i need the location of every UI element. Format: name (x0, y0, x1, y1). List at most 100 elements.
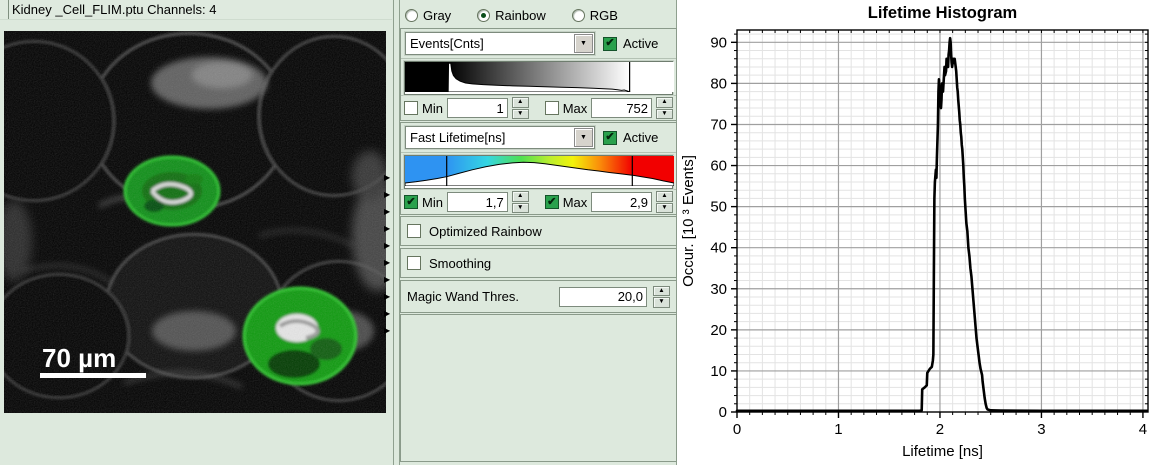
triangle-up-icon: ▲ (658, 288, 664, 294)
check-icon: ✔ (547, 197, 556, 208)
magic-wand-row: Magic Wand Thres. ▲ ▼ (400, 280, 677, 313)
intensity-max-checkbox[interactable]: ✔ (545, 101, 559, 115)
lifetime-active-label: Active (623, 130, 658, 145)
spin-up-button[interactable]: ▲ (656, 97, 673, 108)
dropdown-button[interactable]: ▼ (574, 128, 593, 147)
image-title: Kidney _Cell_FLIM.ptu Channels: 4 (12, 2, 217, 17)
radio-rainbow-circle[interactable] (477, 9, 490, 22)
radio-rgb-circle[interactable] (572, 9, 585, 22)
expand-arrow-icon[interactable]: ▶ (384, 208, 395, 216)
intensity-max-label: Max (563, 101, 588, 116)
triangle-down-icon: ▼ (661, 111, 667, 117)
lifetime-group: Fast Lifetime[ns] ▼ ✔ Active ✔ Min ▲ (400, 122, 677, 215)
expand-arrow-icon[interactable]: ▶ (384, 293, 395, 301)
radio-rainbow-label: Rainbow (495, 8, 546, 23)
expand-arrow-icon[interactable]: ▶ (384, 242, 395, 250)
lifetime-gradient-bar[interactable] (404, 155, 673, 189)
radio-gray[interactable]: Gray (405, 8, 451, 23)
y-tick-label: 30 (710, 281, 727, 298)
check-icon: ✔ (605, 132, 614, 143)
triangle-up-icon: ▲ (661, 193, 667, 199)
triangle-down-icon: ▼ (517, 205, 523, 211)
expand-arrow-icon[interactable]: ▶ (384, 276, 395, 284)
spin-down-button[interactable]: ▼ (653, 297, 670, 308)
smoothing-label: Smoothing (429, 256, 491, 271)
lifetime-min-checkbox[interactable]: ✔ (404, 195, 418, 209)
spin-up-button[interactable]: ▲ (656, 191, 673, 202)
y-tick-label: 20 (710, 322, 727, 339)
y-tick-label: 10 (710, 363, 727, 380)
spin-down-button[interactable]: ▼ (512, 203, 529, 214)
y-tick-label: 0 (719, 404, 727, 421)
optimized-rainbow-checkbox[interactable]: ✔ (407, 224, 421, 238)
triangle-down-icon: ▼ (517, 111, 523, 117)
radio-rainbow[interactable]: Rainbow (477, 8, 546, 23)
expand-arrow-icon[interactable]: ▶ (384, 225, 395, 233)
intensity-min-spinner[interactable]: ▲ ▼ (512, 97, 529, 119)
intensity-active-checkbox[interactable]: ✔ (603, 37, 617, 51)
empty-panel-area (400, 314, 677, 462)
intensity-channel-value: Events[Cnts] (406, 36, 573, 51)
lifetime-max-input[interactable] (591, 192, 652, 212)
magic-wand-spinner[interactable]: ▲ ▼ (653, 286, 670, 308)
smoothing-row: ✔ Smoothing (400, 248, 677, 278)
expand-arrow-icon[interactable]: ▶ (384, 327, 395, 335)
intensity-group: Events[Cnts] ▼ ✔ Active ✔ Min ▲ (400, 28, 677, 121)
triangle-down-icon: ▼ (661, 205, 667, 211)
intensity-channel-dropdown[interactable]: Events[Cnts] ▼ (405, 32, 595, 55)
lifetime-channel-dropdown[interactable]: Fast Lifetime[ns] ▼ (405, 126, 595, 149)
intensity-max-spinner[interactable]: ▲ ▼ (656, 97, 673, 119)
spin-down-button[interactable]: ▼ (512, 109, 529, 120)
x-tick-label: 3 (1037, 421, 1045, 438)
lifetime-max-spinner[interactable]: ▲ ▼ (656, 191, 673, 213)
scale-bar-line (40, 373, 146, 378)
expand-arrow-icon[interactable]: ▶ (384, 174, 395, 182)
intensity-max-input[interactable] (591, 98, 652, 118)
expand-arrow-icon[interactable]: ▶ (384, 259, 395, 267)
radio-rgb[interactable]: RGB (572, 8, 618, 23)
control-panel: Gray Rainbow RGB Events[Cnts] ▼ ✔ Active (400, 0, 677, 465)
x-tick-label: 2 (936, 421, 944, 438)
smoothing-checkbox[interactable]: ✔ (407, 256, 421, 270)
spin-down-button[interactable]: ▼ (656, 109, 673, 120)
lifetime-max-checkbox[interactable]: ✔ (545, 195, 559, 209)
chart-panel: Lifetime Histogram0123401020304050607080… (677, 0, 1153, 465)
check-icon: ✔ (406, 197, 415, 208)
triangle-up-icon: ▲ (517, 193, 523, 199)
y-tick-label: 50 (710, 199, 727, 216)
radio-rgb-label: RGB (590, 8, 618, 23)
triangle-up-icon: ▲ (517, 99, 523, 105)
magic-wand-input[interactable] (559, 287, 647, 307)
optimized-rainbow-label: Optimized Rainbow (429, 224, 542, 239)
radio-gray-circle[interactable] (405, 9, 418, 22)
lifetime-min-label: Min (422, 195, 443, 210)
y-tick-label: 70 (710, 116, 727, 133)
lifetime-min-spinner[interactable]: ▲ ▼ (512, 191, 529, 213)
expander-arrow-strip[interactable]: ▶ ▶ ▶ ▶ ▶ ▶ ▶ ▶ ▶ ▶ (384, 174, 395, 335)
intensity-min-checkbox[interactable]: ✔ (404, 101, 418, 115)
intensity-gradient-bar[interactable] (404, 61, 673, 95)
expand-arrow-icon[interactable]: ▶ (384, 310, 395, 318)
dropdown-button[interactable]: ▼ (574, 34, 593, 53)
triangle-up-icon: ▲ (661, 99, 667, 105)
lifetime-max-label: Max (563, 195, 588, 210)
y-tick-label: 40 (710, 240, 727, 257)
triangle-down-icon: ▼ (658, 299, 664, 305)
spin-up-button[interactable]: ▲ (512, 191, 529, 202)
chart-title: Lifetime Histogram (868, 4, 1017, 22)
intensity-min-label: Min (422, 101, 443, 116)
intensity-min-input[interactable] (447, 98, 508, 118)
magic-wand-label: Magic Wand Thres. (407, 289, 553, 304)
spin-up-button[interactable]: ▲ (653, 286, 670, 297)
lifetime-active-toggle[interactable]: ✔ Active (603, 130, 658, 145)
lifetime-min-input[interactable] (447, 192, 508, 212)
spin-up-button[interactable]: ▲ (512, 97, 529, 108)
spin-down-button[interactable]: ▼ (656, 203, 673, 214)
flim-image[interactable]: 70 µm (4, 31, 386, 413)
y-tick-label: 90 (710, 34, 727, 51)
intensity-active-toggle[interactable]: ✔ Active (603, 36, 658, 51)
chevron-down-icon: ▼ (580, 134, 587, 141)
expand-arrow-icon[interactable]: ▶ (384, 191, 395, 199)
lifetime-active-checkbox[interactable]: ✔ (603, 131, 617, 145)
x-tick-label: 0 (733, 421, 741, 438)
